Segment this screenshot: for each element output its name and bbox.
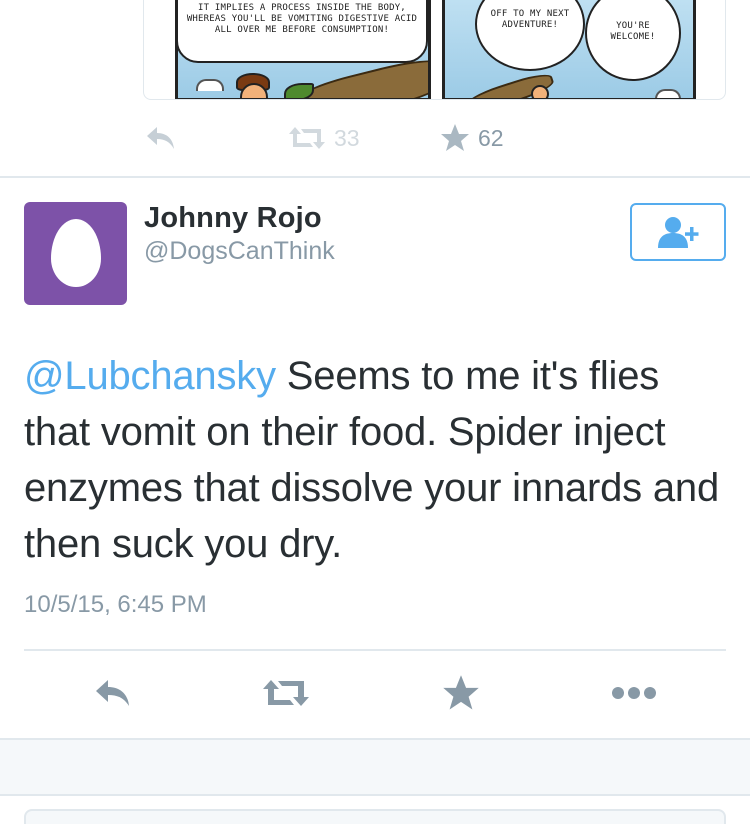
previous-retweet-button[interactable]: 33 [288,118,360,158]
retweet-icon [289,127,325,149]
comic-panel-2-bubble-1: OFF TO MY NEXT ADVENTURE! [490,9,570,30]
reply-icon [147,127,174,149]
previous-retweet-count: 33 [334,124,360,151]
egg-avatar-icon [51,219,101,287]
previous-tweet-actions: 33 62 [0,118,750,158]
separator-band [0,738,750,796]
more-options-button[interactable] [608,670,660,716]
comic-panel-1: IT IMPLIES A PROCESS INSIDE THE BODY, WH… [175,0,431,99]
tweet-timestamp[interactable]: 10/5/15, 6:45 PM [24,591,207,619]
retweet-button[interactable] [258,670,314,716]
tweet-actions [0,670,750,716]
author-handle[interactable]: @DogsCanThink [144,237,335,266]
reply-button[interactable] [88,670,138,716]
previous-favorite-button[interactable]: 62 [440,118,504,158]
star-icon [443,675,479,710]
author-name[interactable]: Johnny Rojo [144,202,322,235]
divider [24,649,726,651]
favorite-button[interactable] [436,670,486,716]
avatar[interactable] [24,202,127,305]
mention-link[interactable]: @Lubchansky [24,354,276,398]
more-dots-icon [612,687,656,699]
comic-panel-2-bubble-2: YOU'RE WELCOME! [610,21,656,42]
comic-image[interactable]: IT IMPLIES A PROCESS INSIDE THE BODY, WH… [143,0,726,100]
previous-tweet: IT IMPLIES A PROCESS INSIDE THE BODY, WH… [0,0,750,178]
comic-panel-2: OFF TO MY NEXT ADVENTURE! YOU'RE WELCOME… [442,0,696,99]
follow-button[interactable] [630,203,726,261]
previous-favorite-count: 62 [478,124,504,151]
tweet-text: @Lubchansky Seems to me it's flies that … [24,348,724,572]
tweet-detail: Johnny Rojo @DogsCanThink @Lubchansky Se… [0,180,750,738]
reply-icon [96,680,129,706]
star-icon [441,124,469,151]
previous-reply-button[interactable] [145,118,177,158]
reply-input[interactable] [24,809,726,824]
add-user-icon [658,217,699,248]
retweet-icon [263,680,309,706]
comic-panel-1-text: IT IMPLIES A PROCESS INSIDE THE BODY, WH… [186,3,418,35]
